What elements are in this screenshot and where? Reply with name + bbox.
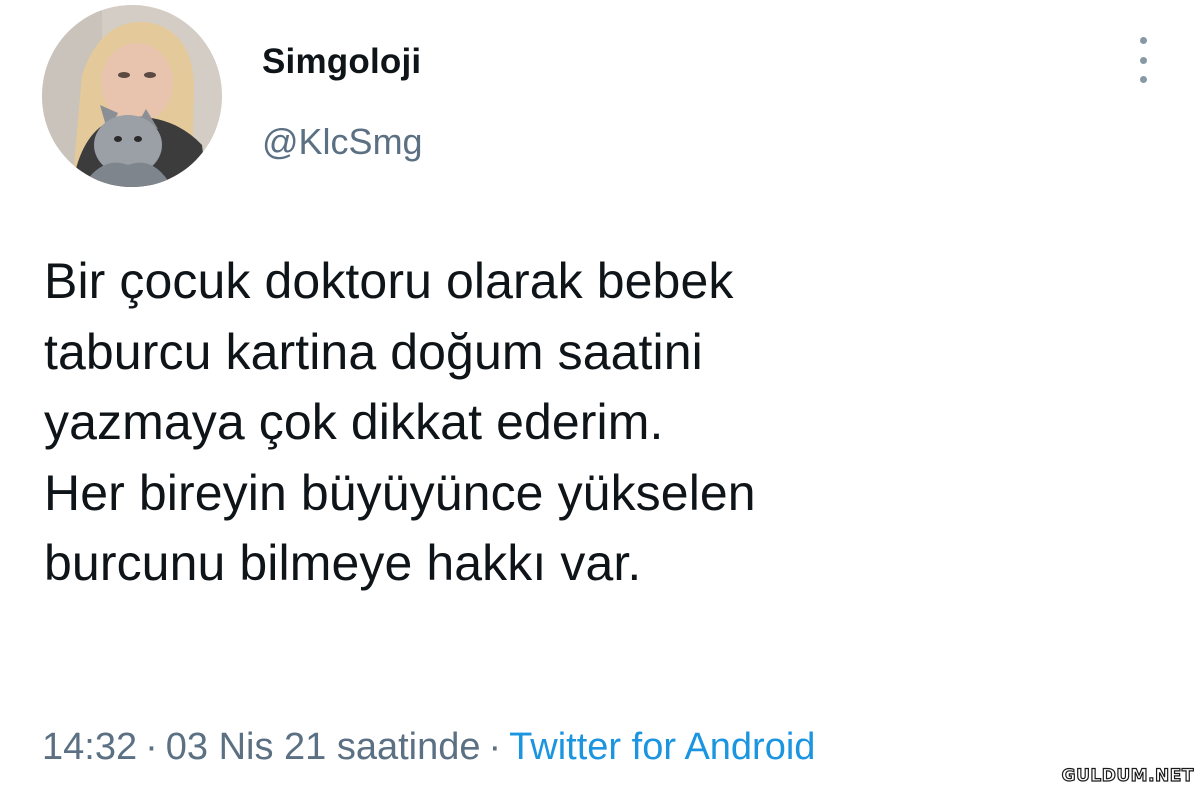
tweet-source-link[interactable]: Twitter for Android <box>509 726 815 768</box>
meta-separator: · <box>145 726 158 768</box>
tweet-metadata: 14:32 · 03 Nis 21 saatinde · Twitter for And… <box>42 722 815 772</box>
more-options-button[interactable] <box>1126 33 1160 87</box>
profile-photo-icon <box>42 5 222 187</box>
tweet-text-line: taburcu kartina doğum saatini <box>44 323 703 380</box>
tweet-card: Simgoloji @KlcSmg Bir çocuk doktoru olar… <box>0 0 1200 791</box>
more-vertical-icon <box>1139 37 1147 44</box>
more-vertical-icon-dot <box>1139 76 1147 83</box>
tweet-date[interactable]: 03 Nis 21 saatinde <box>166 726 481 768</box>
meta-separator: · <box>488 726 502 768</box>
author-avatar[interactable] <box>42 5 222 187</box>
tweet-text-line: Bir çocuk doktoru olarak bebek <box>44 253 734 309</box>
author-handle[interactable]: @KlcSmg <box>262 119 423 165</box>
author-display-name[interactable]: Simgoloji <box>262 40 421 84</box>
tweet-text-line: yazmaya çok dikkat ederim. <box>44 394 664 450</box>
tweet-text-line: burcunu bilmeye hakkı var. <box>44 535 642 591</box>
tweet-text-line: Her bireyin büyüyünce yükselen <box>44 464 756 521</box>
tweet-time[interactable]: 14:32 <box>42 726 137 768</box>
more-vertical-icon-dot <box>1139 56 1147 64</box>
tweet-text: Bir çocuk doktoru olarak bebek taburcu k… <box>44 246 1144 599</box>
site-watermark: GULDUM.NET <box>1061 765 1194 786</box>
